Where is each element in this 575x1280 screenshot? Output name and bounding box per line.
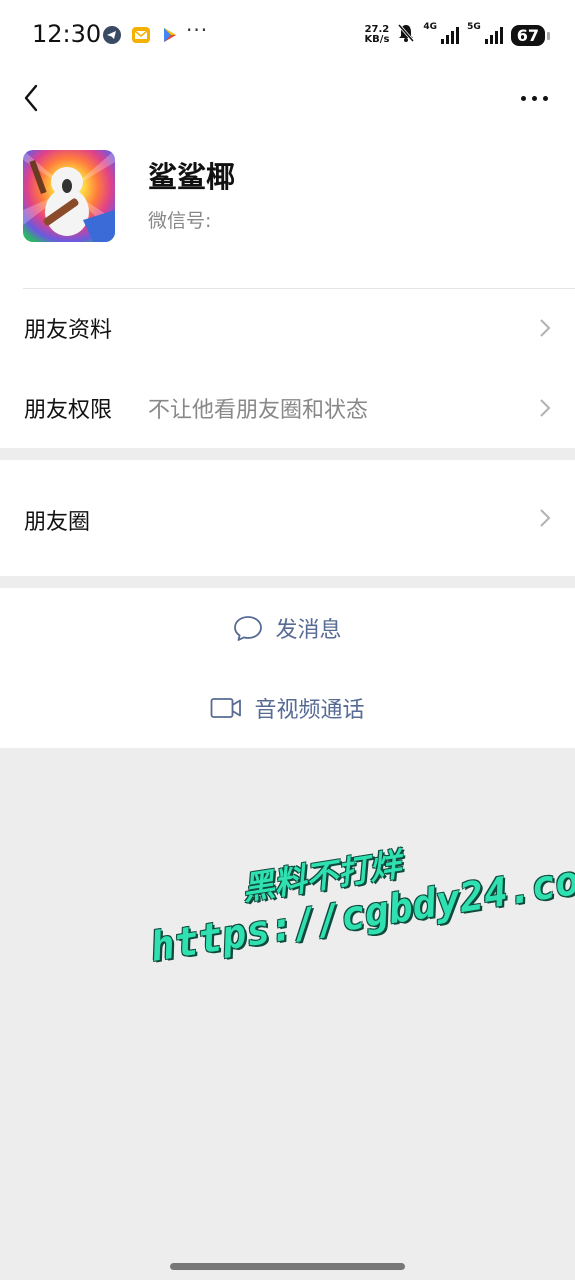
mute-icon <box>397 23 415 47</box>
watermark: 黑料不打烊 https://cgbdy24.com <box>140 808 575 971</box>
row-label: 朋友权限 <box>24 398 113 423</box>
row-value: 不让他看朋友圈和状态 <box>148 398 369 423</box>
video-call-button[interactable]: 音视频通话 <box>0 668 575 748</box>
friend-permissions-row[interactable]: 朋友权限 不让他看朋友圈和状态 <box>0 368 575 448</box>
chevron-right-icon <box>540 399 551 417</box>
profile-header: 鲨鲨椰 微信号: <box>0 130 575 288</box>
moments-label: 朋友圈 <box>24 510 91 535</box>
contact-name: 鲨鲨椰 <box>148 160 236 194</box>
chat-bubble-icon <box>234 616 263 641</box>
status-bar: 12:30 ··· 27.2 KB/s 4G 5G 67 <box>0 0 575 70</box>
moments-section[interactable]: 朋友圈 <box>0 460 575 576</box>
back-button[interactable] <box>16 76 56 120</box>
video-camera-icon <box>211 698 242 718</box>
nav-bar <box>0 70 575 130</box>
battery-icon: 67 <box>510 24 551 46</box>
info-list: 朋友资料 朋友权限 不让他看朋友圈和状态 <box>0 288 575 448</box>
chevron-left-icon <box>24 84 38 112</box>
dot-icon <box>521 95 526 101</box>
dot-icon <box>543 95 548 101</box>
signal-icon-2 <box>484 26 503 44</box>
mail-icon <box>131 25 151 45</box>
more-options-button[interactable] <box>521 88 553 108</box>
send-message-label: 发消息 <box>275 618 342 643</box>
chevron-right-icon <box>540 319 551 337</box>
status-right: 27.2 KB/s 4G 5G 67 <box>364 22 551 48</box>
row-label: 朋友资料 <box>24 318 113 343</box>
more-notifications-icon: ··· <box>186 18 209 42</box>
home-indicator[interactable] <box>170 1263 405 1270</box>
status-time: 12:30 <box>32 20 102 48</box>
avatar[interactable] <box>23 150 115 242</box>
video-call-label: 音视频通话 <box>254 698 365 723</box>
avatar-image <box>23 150 115 242</box>
signal-icon <box>441 26 460 44</box>
send-message-button[interactable]: 发消息 <box>0 588 575 668</box>
network-gen-1: 4G <box>423 22 438 32</box>
dot-icon <box>532 95 537 101</box>
network-gen-2: 5G <box>467 22 481 32</box>
telegram-icon <box>102 25 122 45</box>
network-speed: 27.2 KB/s <box>364 24 390 45</box>
wechat-id-label: 微信号: <box>148 210 212 232</box>
play-store-icon <box>160 25 180 45</box>
friend-info-row[interactable]: 朋友资料 <box>0 288 575 368</box>
actions-section: 发消息 音视频通话 <box>0 588 575 748</box>
chevron-right-icon <box>540 509 551 527</box>
